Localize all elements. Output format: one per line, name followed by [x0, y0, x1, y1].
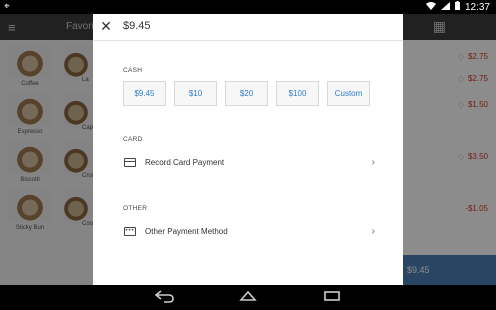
- battery-icon: [454, 1, 460, 13]
- record-card-payment-row[interactable]: Record Card Payment ›: [123, 153, 375, 171]
- cash-100-button[interactable]: $100: [276, 81, 319, 106]
- cash-options: $9.45 $10 $20 $100 Custom: [123, 81, 370, 106]
- wifi-icon: [425, 1, 436, 13]
- record-card-payment-label: Record Card Payment: [145, 157, 225, 167]
- back-icon[interactable]: [154, 289, 175, 305]
- cash-section-label: CASH: [123, 67, 143, 74]
- cash-custom-button[interactable]: Custom: [327, 81, 370, 106]
- card-icon: [123, 157, 137, 167]
- dialog-title-amount: $9.45: [123, 20, 151, 32]
- cash-exact-button[interactable]: $9.45: [123, 81, 166, 106]
- clock: 12:37: [464, 1, 490, 13]
- cash-10-button[interactable]: $10: [174, 81, 217, 106]
- card-section-label: CARD: [123, 136, 143, 143]
- other-payment-method-row[interactable]: ••• Other Payment Method ›: [123, 222, 375, 240]
- chevron-right-icon: ›: [371, 225, 375, 237]
- recents-icon[interactable]: [322, 289, 342, 305]
- close-icon[interactable]: ✕: [98, 18, 114, 34]
- other-section-label: OTHER: [123, 205, 148, 212]
- cash-20-button[interactable]: $20: [225, 81, 268, 106]
- navigation-bar: [0, 285, 496, 310]
- status-icons: 12:37: [425, 1, 490, 13]
- other-payment-method-label: Other Payment Method: [145, 226, 228, 236]
- location-icon: ⌖: [4, 1, 10, 12]
- status-bar: ⌖ 12:37: [0, 0, 496, 14]
- signal-icon: [440, 1, 450, 13]
- more-icon: •••: [124, 226, 136, 236]
- payment-dialog: ✕ $9.45 CASH $9.45 $10 $20 $100 Custom C…: [93, 14, 403, 285]
- chevron-right-icon: ›: [371, 156, 375, 168]
- dialog-header: ✕ $9.45: [93, 14, 403, 41]
- home-icon[interactable]: [238, 289, 258, 305]
